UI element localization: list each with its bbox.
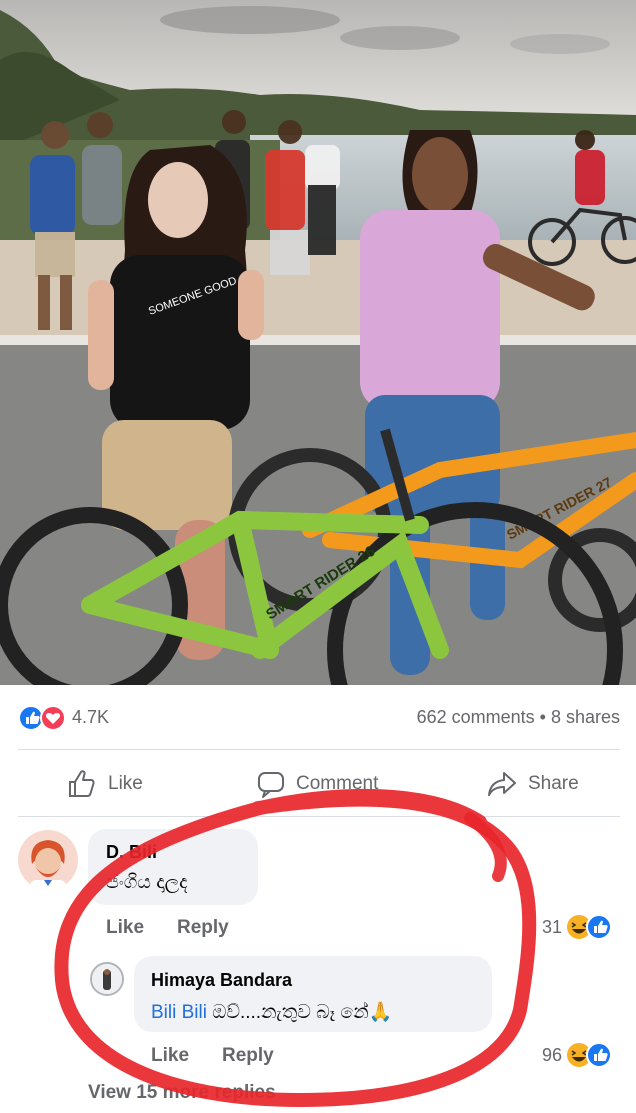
- avatar-illustration-icon: [18, 830, 78, 890]
- comment-reaction-count: 31: [542, 916, 563, 937]
- reply-reactions[interactable]: 96: [542, 1042, 613, 1068]
- share-arrow-icon: [488, 772, 516, 796]
- like-reaction-icon: [18, 705, 44, 731]
- comment-button-label: Comment: [296, 773, 379, 794]
- beach-promenade-photo: SOMEONE GOOD SMART RIDER 27 SMART RIDER …: [0, 0, 636, 685]
- reply-body: ඔව්....නැතුව බෑ නේ🙏: [212, 1002, 393, 1023]
- comment-reactions[interactable]: 31: [542, 914, 613, 940]
- divider: [18, 816, 620, 817]
- reply-avatar[interactable]: [90, 962, 124, 996]
- avatar-photo-icon: [92, 964, 122, 994]
- reaction-count[interactable]: 4.7K: [72, 707, 109, 728]
- avatar[interactable]: [18, 830, 78, 890]
- reply-mention[interactable]: Bili Bili: [151, 1002, 207, 1023]
- comment-like-link[interactable]: Like: [106, 917, 144, 939]
- post-photo[interactable]: SOMEONE GOOD SMART RIDER 27 SMART RIDER …: [0, 0, 636, 685]
- reply-reply-link[interactable]: Reply: [222, 1045, 274, 1067]
- reply-text: Bili Bili ඔව්....නැතුව බෑ නේ🙏: [151, 1000, 392, 1024]
- love-reaction-icon: [40, 705, 66, 731]
- share-button[interactable]: Share: [486, 766, 579, 802]
- reaction-icons[interactable]: [18, 705, 70, 731]
- reply-author[interactable]: Himaya Bandara: [151, 970, 292, 991]
- reply-reaction-count: 96: [542, 1044, 563, 1065]
- comment-button[interactable]: Comment: [256, 766, 378, 802]
- comment-author[interactable]: D. Bili: [106, 842, 157, 863]
- view-more-replies-link[interactable]: View 15 more replies: [88, 1082, 276, 1104]
- post-stats[interactable]: 662 comments • 8 shares: [417, 707, 620, 728]
- comment-text: ජංගිය දාලද: [106, 872, 188, 893]
- like-reaction-icon: [586, 1042, 613, 1068]
- thumbs-up-icon: [69, 770, 95, 797]
- reply-like-link[interactable]: Like: [151, 1045, 189, 1067]
- comment-reply-link[interactable]: Reply: [177, 917, 229, 939]
- share-button-label: Share: [528, 773, 579, 794]
- comment-bubble-icon: [258, 772, 284, 798]
- like-button-label: Like: [108, 773, 143, 794]
- like-reaction-icon: [586, 914, 613, 940]
- reactions-bar: 4.7K 662 comments • 8 shares: [0, 695, 636, 739]
- action-bar: Like Comment Share: [0, 752, 636, 816]
- divider: [18, 749, 620, 750]
- like-button[interactable]: Like: [66, 766, 143, 802]
